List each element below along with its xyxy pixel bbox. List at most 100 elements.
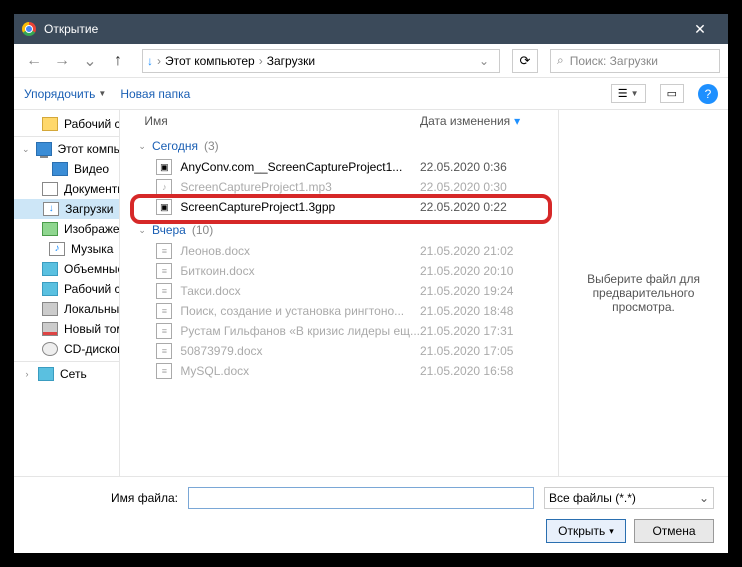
sidebar-item-4[interactable]: Загрузки: [14, 199, 119, 219]
file-row[interactable]: ≡Поиск, создание и установка рингтоно...…: [120, 301, 558, 321]
sidebar-item-label: Локальный дис: [64, 302, 119, 316]
sidebar-item-8[interactable]: Рабочий стол: [14, 279, 119, 299]
window-title: Открытие: [44, 22, 680, 36]
file-row[interactable]: ≡ Биткоин.docx21.05.2020 20:10: [120, 261, 558, 281]
sidebar-item-12[interactable]: ›Сеть: [14, 364, 119, 384]
file-date: 21.05.2020 18:48: [420, 304, 550, 318]
icon-network: [38, 367, 54, 381]
search-input[interactable]: ⌕ Поиск: Загрузки: [550, 49, 720, 73]
sidebar-item-label: CD-дисковод (F:: [64, 342, 119, 356]
file-date: 22.05.2020 0:30: [420, 180, 550, 194]
sidebar-item-label: Новый том (D:): [64, 322, 119, 336]
breadcrumb-dropdown-icon[interactable]: ⌄: [479, 54, 495, 68]
file-row[interactable]: ≡ 50873979.docx21.05.2020 17:05: [120, 341, 558, 361]
sidebar-item-label: Сеть: [60, 367, 87, 381]
file-row[interactable]: ≡ Рустам Гильфанов «В кризис лидеры ещ...…: [120, 321, 558, 341]
nav-back-button[interactable]: ←: [22, 49, 46, 73]
icon-folder: [42, 117, 58, 131]
file-date: 22.05.2020 0:22: [420, 200, 550, 214]
file-date: 21.05.2020 16:58: [420, 364, 550, 378]
preview-pane-button[interactable]: ▭: [660, 84, 684, 103]
file-row[interactable]: ≡MySQL.docx21.05.2020 16:58: [120, 361, 558, 381]
sidebar-item-label: Документы: [64, 182, 119, 196]
file-date: 21.05.2020 17:05: [420, 344, 550, 358]
icon-cd: [42, 342, 58, 356]
sidebar-item-label: Загрузки: [65, 202, 113, 216]
sidebar-item-6[interactable]: ♪ Музыка: [14, 239, 119, 259]
icon-music: ♪: [49, 242, 65, 256]
file-date: 21.05.2020 21:02: [420, 244, 550, 258]
toolbar: Упорядочить▼ Новая папка ☰▼ ▭ ?: [14, 78, 728, 110]
file-icon: ♪: [156, 179, 172, 195]
sidebar-item-label: Объемные объ: [64, 262, 119, 276]
file-row[interactable]: ▣AnyConv.com__ScreenCaptureProject1...22…: [120, 157, 558, 177]
file-row[interactable]: ▣ScreenCaptureProject1.3gpp22.05.2020 0:…: [120, 197, 558, 217]
sidebar-item-1[interactable]: ⌄Этот компьютер: [14, 139, 119, 159]
file-name: ScreenCaptureProject1.3gpp: [180, 200, 420, 214]
sidebar-item-5[interactable]: Изображения: [14, 219, 119, 239]
organize-button[interactable]: Упорядочить▼: [24, 87, 106, 101]
col-name[interactable]: Имя: [144, 114, 420, 128]
file-icon: ≡: [156, 283, 172, 299]
icon-download: [43, 202, 59, 216]
sidebar-item-10[interactable]: Новый том (D:): [14, 319, 119, 339]
sidebar-item-0[interactable]: Рабочий стол: [14, 114, 119, 134]
file-icon: ≡: [156, 343, 172, 359]
titlebar: Открытие ✕: [14, 14, 728, 44]
file-date: 21.05.2020 17:31: [420, 324, 550, 338]
col-date[interactable]: Дата изменения ▾: [420, 114, 550, 128]
file-row[interactable]: ♪ScreenCaptureProject1.mp322.05.2020 0:3…: [120, 177, 558, 197]
file-name: Биткоин.docx: [180, 264, 420, 278]
icon-video: [52, 162, 68, 176]
sidebar-item-11[interactable]: CD-дисковод (F:: [14, 339, 119, 359]
sidebar-item-3[interactable]: Документы: [14, 179, 119, 199]
nav-up-button[interactable]: ↑: [106, 49, 130, 73]
help-button[interactable]: ?: [698, 84, 718, 104]
view-mode-button[interactable]: ☰▼: [611, 84, 646, 103]
file-name: AnyConv.com__ScreenCaptureProject1...: [180, 160, 420, 174]
nav-recent-dropdown[interactable]: ⌄: [78, 49, 102, 73]
sidebar: Рабочий стол ⌄Этот компьютерВидео Документ…: [14, 110, 120, 476]
file-date: 22.05.2020 0:36: [420, 160, 550, 174]
sidebar-item-2[interactable]: Видео: [14, 159, 119, 179]
cancel-button[interactable]: Отмена: [634, 519, 714, 543]
file-name: Рустам Гильфанов «В кризис лидеры ещ...: [180, 324, 420, 338]
icon-desktop: [42, 282, 58, 296]
new-folder-button[interactable]: Новая папка: [120, 87, 190, 101]
file-date: 21.05.2020 19:24: [420, 284, 550, 298]
file-list: Имя Дата изменения ▾ ⌄Сегодня (3)▣AnyCon…: [120, 110, 558, 476]
file-icon: ≡: [156, 263, 172, 279]
file-row[interactable]: ≡ Леонов.docx21.05.2020 21:02: [120, 241, 558, 261]
location-icon: ↓: [147, 54, 153, 68]
navbar: ← → ⌄ ↑ ↓ › Этот компьютер › Загрузки ⌄ …: [14, 44, 728, 78]
filename-input[interactable]: [188, 487, 534, 509]
file-name: 50873979.docx: [180, 344, 420, 358]
icon-doc: [42, 182, 58, 196]
file-name: Такси.docx: [180, 284, 420, 298]
close-button[interactable]: ✕: [680, 21, 720, 38]
open-button[interactable]: Открыть▾: [546, 519, 626, 543]
sidebar-item-label: Музыка: [71, 242, 113, 256]
file-date: 21.05.2020 20:10: [420, 264, 550, 278]
nav-forward-button[interactable]: →: [50, 49, 74, 73]
filetype-select[interactable]: Все файлы (*.*)⌄: [544, 487, 714, 509]
file-icon: ≡: [156, 323, 172, 339]
sidebar-item-7[interactable]: Объемные объ: [14, 259, 119, 279]
footer: Имя файла: Все файлы (*.*)⌄ Открыть▾ Отм…: [14, 477, 728, 553]
breadcrumb-current[interactable]: Загрузки: [267, 54, 315, 68]
column-headers: Имя Дата изменения ▾: [120, 110, 558, 133]
file-row[interactable]: ≡ Такси.docx21.05.2020 19:24: [120, 281, 558, 301]
preview-pane: Выберите файл для предварительного просм…: [558, 110, 728, 476]
sidebar-item-label: Изображения: [64, 222, 119, 236]
icon-image: [42, 222, 58, 236]
file-icon: ≡: [156, 243, 172, 259]
icon-3d: [42, 262, 58, 276]
breadcrumb-root[interactable]: Этот компьютер: [165, 54, 255, 68]
file-name: Леонов.docx: [180, 244, 420, 258]
file-name: MySQL.docx: [180, 364, 420, 378]
refresh-button[interactable]: ⟳: [512, 49, 538, 73]
group-header[interactable]: ⌄Вчера (10): [120, 217, 558, 241]
sidebar-item-9[interactable]: Локальный дис: [14, 299, 119, 319]
group-header[interactable]: ⌄Сегодня (3): [120, 133, 558, 157]
breadcrumb[interactable]: ↓ › Этот компьютер › Загрузки ⌄: [142, 49, 500, 73]
